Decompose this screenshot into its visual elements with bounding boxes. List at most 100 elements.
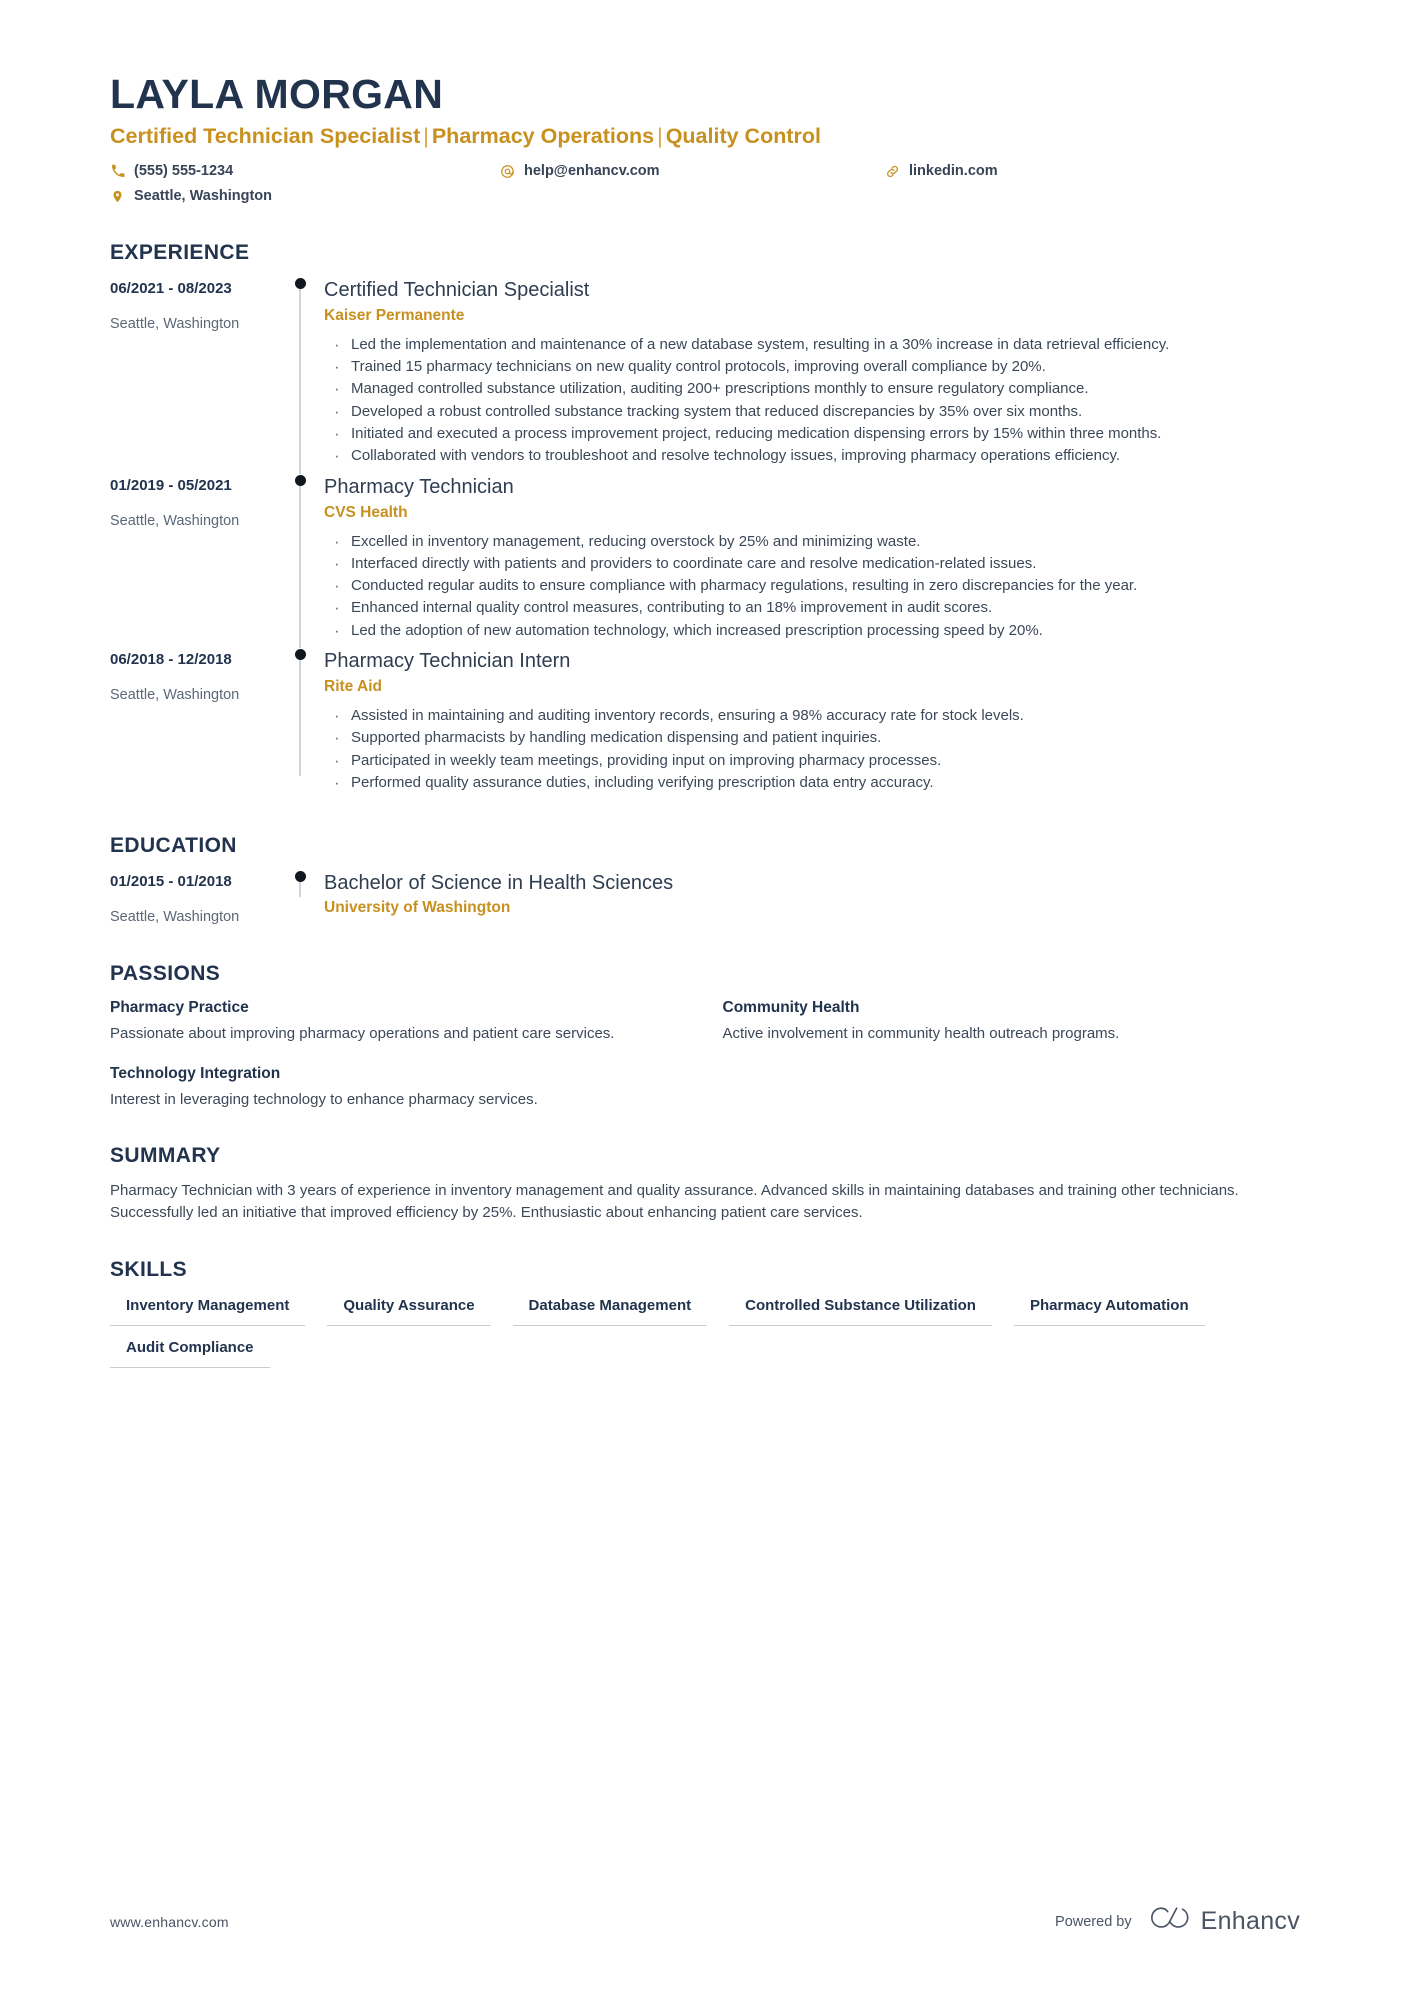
job-bullet: Interfaced directly with patients and pr… <box>324 552 1300 576</box>
education-entry: 01/2015 - 01/2018 Seattle, Washington Ba… <box>110 870 1300 928</box>
job-bullet: Assisted in maintaining and auditing inv… <box>324 704 1300 728</box>
experience-entry: 01/2019 - 05/2021 Seattle, Washington Ph… <box>110 474 1300 649</box>
contact-location: Seattle, Washington <box>110 187 500 207</box>
entry-meta: 01/2019 - 05/2021 Seattle, Washington <box>110 474 280 648</box>
headline-part-2: Pharmacy Operations <box>431 123 655 148</box>
timeline-line <box>299 482 301 649</box>
contact-linkedin-text: linkedin.com <box>909 162 998 179</box>
entry-location: Seattle, Washington <box>110 687 240 704</box>
powered-by-label: Powered by <box>1055 1913 1132 1930</box>
skill-tag: Pharmacy Automation <box>1013 1294 1205 1326</box>
experience-section: EXPERIENCE 06/2021 - 08/2023 Seattle, Wa… <box>110 241 1300 800</box>
passions-title: PASSIONS <box>110 961 221 985</box>
email-icon <box>500 163 515 180</box>
job-bullet: Conducted regular audits to ensure compl… <box>324 574 1300 598</box>
passion-name: Community Health <box>722 998 860 1016</box>
skill-tag: Inventory Management <box>110 1294 306 1326</box>
timeline-rail <box>280 648 320 800</box>
job-bullets: Led the implementation and maintenance o… <box>324 333 1300 469</box>
skill-tag: Database Management <box>512 1294 708 1326</box>
entry-body: Pharmacy Technician CVS Health Excelled … <box>320 474 1300 648</box>
passion-item: Technology Integration Interest in lever… <box>110 1064 688 1110</box>
headline-part-1: Certified Technician Specialist <box>110 123 421 148</box>
passion-item: Community Health Active involvement in c… <box>723 998 1301 1044</box>
footer-website-url[interactable]: www.enhancv.com <box>110 1914 229 1930</box>
job-title: Pharmacy Technician Intern <box>324 650 571 673</box>
entry-meta: 06/2021 - 08/2023 Seattle, Washington <box>110 277 280 474</box>
job-bullet: Trained 15 pharmacy technicians on new q… <box>324 355 1300 379</box>
skills-title: SKILLS <box>110 1257 188 1281</box>
entry-meta: 06/2018 - 12/2018 Seattle, Washington <box>110 648 280 800</box>
job-bullet: Led the adoption of new automation techn… <box>324 619 1300 643</box>
passion-name: Pharmacy Practice <box>110 998 249 1016</box>
headline-separator-1: | <box>423 123 429 148</box>
entry-location: Seattle, Washington <box>110 512 240 529</box>
education-title: EDUCATION <box>110 834 237 858</box>
job-bullets: Excelled in inventory management, reduci… <box>324 530 1300 644</box>
location-pin-icon <box>110 188 125 205</box>
job-bullet: Initiated and executed a process improve… <box>324 422 1300 446</box>
headline-part-3: Quality Control <box>665 123 821 148</box>
passion-name: Technology Integration <box>110 1065 281 1083</box>
timeline-line <box>299 657 301 777</box>
timeline-rail <box>280 277 320 474</box>
resume-header: LAYLA MORGAN Certified Technician Specia… <box>110 71 1300 207</box>
enhancv-wordmark: Enhancv <box>1200 1907 1300 1935</box>
entry-meta: 01/2015 - 01/2018 Seattle, Washington <box>110 870 280 928</box>
entry-body: Pharmacy Technician Intern Rite Aid Assi… <box>320 648 1300 800</box>
job-bullet: Participated in weekly team meetings, pr… <box>324 749 1300 773</box>
passions-grid: Pharmacy Practice Passionate about impro… <box>110 998 1300 1110</box>
passion-item: Pharmacy Practice Passionate about impro… <box>110 998 688 1044</box>
job-bullet: Enhanced internal quality control measur… <box>324 596 1300 620</box>
enhancv-logo: Enhancv <box>1148 1906 1300 1937</box>
summary-title: SUMMARY <box>110 1144 221 1168</box>
summary-section: SUMMARY Pharmacy Technician with 3 years… <box>110 1144 1300 1224</box>
footer-branding: Powered by Enhancv <box>1055 1906 1300 1937</box>
passions-section: PASSIONS Pharmacy Practice Passionate ab… <box>110 962 1300 1110</box>
phone-icon <box>110 163 125 180</box>
enhancv-mark-icon <box>1148 1906 1190 1937</box>
job-bullet: Led the implementation and maintenance o… <box>324 333 1300 357</box>
passion-description: Passionate about improving pharmacy oper… <box>110 1025 615 1043</box>
job-company: CVS Health <box>324 503 408 521</box>
job-bullet: Developed a robust controlled substance … <box>324 400 1300 424</box>
resume-page: LAYLA MORGAN Certified Technician Specia… <box>0 0 1410 1995</box>
entry-date: 01/2019 - 05/2021 <box>110 476 232 494</box>
skills-section: SKILLS Inventory Management Quality Assu… <box>110 1258 1300 1369</box>
summary-text: Pharmacy Technician with 3 years of expe… <box>110 1182 1239 1221</box>
education-section: EDUCATION 01/2015 - 01/2018 Seattle, Was… <box>110 834 1300 928</box>
job-company: Kaiser Permanente <box>324 306 465 324</box>
timeline-dot <box>294 649 306 661</box>
entry-body: Certified Technician Specialist Kaiser P… <box>320 277 1300 474</box>
contact-linkedin[interactable]: linkedin.com <box>885 162 1300 182</box>
job-bullet: Excelled in inventory management, reduci… <box>324 530 1300 554</box>
link-icon <box>885 163 900 180</box>
passion-description: Interest in leveraging technology to enh… <box>110 1091 538 1109</box>
education-school: University of Washington <box>324 899 511 917</box>
timeline-line <box>299 285 301 474</box>
page-footer: www.enhancv.com Powered by Enhancv <box>110 1906 1300 1937</box>
entry-location: Seattle, Washington <box>110 316 240 333</box>
skill-tag: Audit Compliance <box>110 1336 270 1369</box>
job-bullet: Supported pharmacists by handling medica… <box>324 726 1300 750</box>
job-company: Rite Aid <box>324 678 382 696</box>
contact-phone[interactable]: (555) 555-1234 <box>110 162 500 182</box>
job-bullet: Collaborated with vendors to troubleshoo… <box>324 444 1300 468</box>
education-degree: Bachelor of Science in Health Sciences <box>324 872 674 895</box>
entry-date: 01/2015 - 01/2018 <box>110 873 232 891</box>
job-title: Pharmacy Technician <box>324 475 514 498</box>
contact-location-text: Seattle, Washington <box>134 188 273 205</box>
candidate-headline: Certified Technician Specialist | Pharmacy… <box>110 123 1300 150</box>
skill-tag: Quality Assurance <box>327 1294 491 1326</box>
experience-entry: 06/2018 - 12/2018 Seattle, Washington Ph… <box>110 648 1300 800</box>
skill-tag: Controlled Substance Utilization <box>729 1294 992 1326</box>
contact-email[interactable]: help@enhancv.com <box>500 162 885 182</box>
candidate-name: LAYLA MORGAN <box>110 71 444 117</box>
entry-date: 06/2018 - 12/2018 <box>110 651 232 669</box>
job-bullets: Assisted in maintaining and auditing inv… <box>324 704 1300 795</box>
headline-separator-2: | <box>657 123 663 148</box>
entry-date: 06/2021 - 08/2023 <box>110 279 232 297</box>
skills-list: Inventory Management Quality Assurance D… <box>110 1294 1290 1369</box>
contact-email-text: help@enhancv.com <box>524 162 660 179</box>
entry-body: Bachelor of Science in Health Sciences U… <box>320 870 1300 928</box>
